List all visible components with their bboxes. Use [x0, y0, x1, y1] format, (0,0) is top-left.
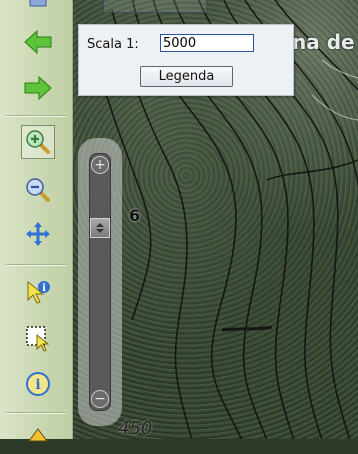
scale-label: Scala 1:: [87, 37, 139, 52]
map-place-label: na de: [292, 30, 355, 54]
zoom-slider: + −: [78, 138, 122, 426]
zoom-out-icon[interactable]: [22, 174, 54, 206]
measure-icon[interactable]: [22, 422, 54, 454]
toolbar-divider: [6, 115, 66, 117]
toolbar-divider: [6, 264, 66, 266]
zoom-in-icon[interactable]: [21, 125, 55, 159]
back-arrow-icon[interactable]: [22, 26, 54, 58]
overview-box: [103, 0, 207, 13]
home-icon[interactable]: [22, 0, 54, 14]
contour-label: 450: [118, 418, 153, 439]
forward-arrow-icon[interactable]: [22, 72, 54, 104]
legend-button[interactable]: Legenda: [140, 66, 233, 87]
zoom-slider-thumb[interactable]: [90, 218, 110, 238]
scale-input[interactable]: [160, 34, 254, 52]
zoom-plus-button[interactable]: +: [91, 156, 109, 174]
slider-grip-icon: [96, 223, 104, 233]
pan-icon[interactable]: [22, 218, 54, 250]
identify-pointer-icon[interactable]: i: [22, 276, 54, 308]
contour-label: 6: [129, 206, 141, 225]
info-icon[interactable]: i: [22, 368, 54, 400]
svg-text:i: i: [35, 377, 40, 393]
select-box-icon[interactable]: [22, 322, 54, 354]
svg-text:i: i: [42, 283, 46, 294]
map-toolbar: i i: [0, 0, 73, 442]
zoom-track[interactable]: + −: [89, 153, 111, 411]
scale-panel: Scala 1: Legenda: [78, 24, 294, 96]
zoom-minus-button[interactable]: −: [91, 390, 109, 408]
toolbar-divider: [6, 412, 66, 414]
